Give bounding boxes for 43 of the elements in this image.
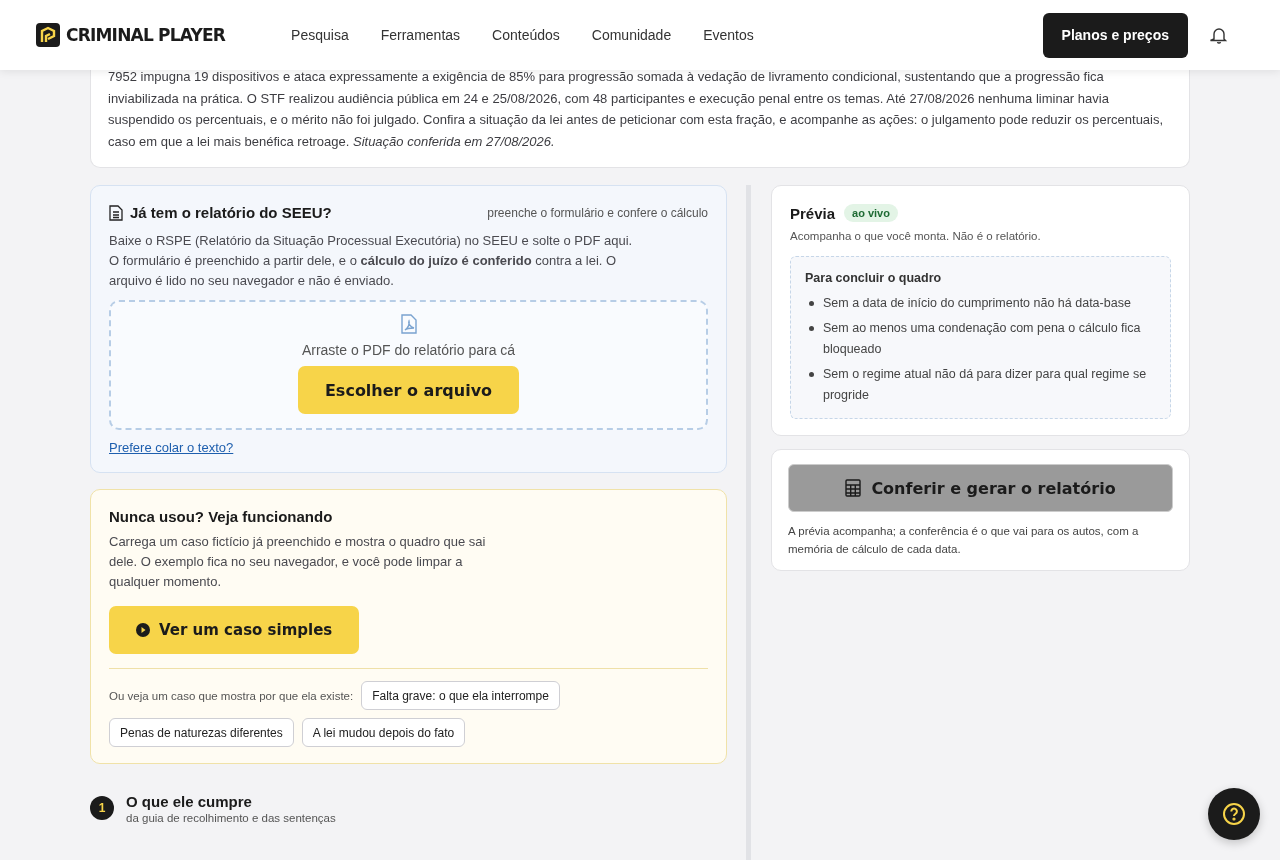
logo-icon [36,23,60,47]
nav-link[interactable]: Ferramentas [380,27,461,43]
step-subtitle: da guia de recolhimento e das sentenças [126,812,336,824]
logo-text[interactable]: CRIMINAL PLAYER [66,25,226,45]
demo-button[interactable]: Ver um caso simples [109,606,360,654]
document-icon [109,204,123,221]
play-icon [136,623,150,637]
todo-item: Sem ao menos uma condenação com pena o cálculo fica bloqueado [823,320,1142,358]
upload-description: Baixe o RSPE (Relatório da Situação Processual Executória) no SEEU e solte o PDF aqui. O formulário é preenchido a partir dele, e o cálculo do juízo é conferido contra a lei. O arquivo é lido no seu navegador e não é enviado. [109,232,634,290]
cases-label: Ou veja um caso que mostra por que ela existe: [109,689,354,702]
drop-label: Arraste o PDF do relatório para cá [301,342,516,358]
help-button[interactable] [1208,788,1260,840]
choose-file-button[interactable]: Escolher o arquivo [297,366,520,414]
demo-description: Carrega um caso fictício já preenchido e mostra o quadro que sai dele. O exemplo fica no seu navegador, e você pode limpar a qualquer momento. [109,533,487,591]
paste-text-link[interactable]: Prefere colar o texto? [109,440,234,455]
drop-zone[interactable]: Arraste o PDF do relatório para cá Escolher o arquivo [109,300,708,430]
case-chip[interactable]: A lei mudou depois do fato [301,718,466,747]
bullet-icon [809,372,814,377]
demo-title: Nunca usou? Veja funcionando [109,508,334,525]
step-title: O que ele cumpre [126,793,253,810]
todo-title: Para concluir o quadro [805,271,943,285]
nav-link[interactable]: Eventos [703,27,754,43]
help-icon [1222,802,1246,826]
pdf-file-icon [399,314,418,334]
case-chip[interactable]: Penas de naturezas diferentes [109,718,294,747]
case-chip[interactable]: Falta grave: o que ela interrompe [361,681,560,710]
generate-note: A prévia acompanha; a conferência é o que vai para os autos, com a memória de cálculo de cada data. [788,524,1140,557]
step-number: 1 [90,796,114,820]
todo-item: Sem a data de início do cumprimento não há data-base [823,295,1131,312]
bullet-icon [809,326,814,331]
bullet-icon [809,301,814,306]
todo-item: Sem o regime atual não dá para dizer para qual regime se progride [823,366,1148,404]
calculator-icon [845,479,862,497]
nav-link[interactable]: Pesquisa [291,27,349,43]
preview-title: Prévia [790,204,836,222]
upload-hint: preenche o formulário e confere o cálculo [487,205,708,220]
nav-link[interactable]: Comunidade [591,27,672,43]
plans-button[interactable]: Planos e preços [1042,12,1188,58]
bell-icon[interactable] [1210,26,1228,44]
preview-subtitle: Acompanha o que você monta. Não é o relatório. [790,230,1042,242]
upload-title: Já tem o relatório do SEEU? [130,204,332,221]
live-badge: ao vivo [844,204,898,222]
nav-link[interactable]: Conteúdos [492,27,560,43]
